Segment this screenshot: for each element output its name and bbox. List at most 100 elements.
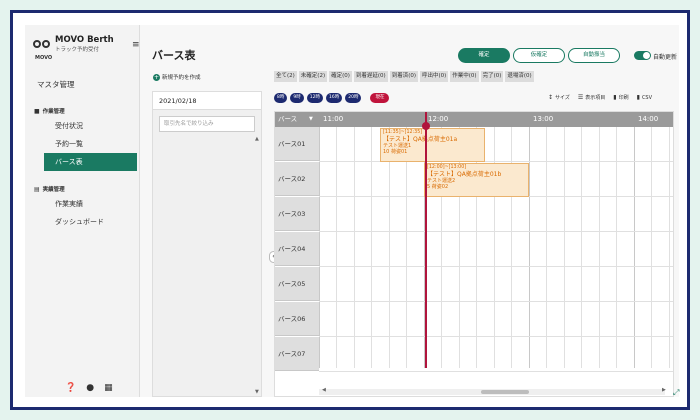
hour-button[interactable]: 9時 [290,93,304,103]
booking-card[interactable]: [12:00]~[13:00] 【テスト】QA拠点荷主01b テスト運送2 5 … [424,163,529,197]
berth-row-label: バース06 [275,302,319,336]
provisional-confirm-button[interactable]: 仮確定 [513,48,565,63]
new-reservation-link[interactable]: + 新規予約を作成 [153,73,201,81]
booking-card[interactable]: [11:35]~[12:35] 【テスト】QA拠点荷主01a テスト運送1 10… [380,128,485,162]
hour-button[interactable]: 20時 [345,93,362,103]
partner-filter-input[interactable]: 取引先名で絞り込み [159,116,255,132]
booking-title: 【テスト】QA拠点荷主01b [427,171,502,178]
logo-subtitle: トラック予約受付 [55,47,100,53]
date-field[interactable]: 2021/02/18 [153,92,261,110]
csv-tool[interactable]: ▮ CSV [637,94,652,101]
row-divider [319,336,673,337]
berth-row-label: バース04 [275,232,319,266]
sidebar-item-master[interactable]: マスタ管理 [25,77,140,93]
sidebar-group-label: 実績管理 [42,187,65,193]
scroll-right-icon[interactable]: ▶ [662,387,666,393]
time-header: 14:00 [638,115,659,123]
logo-icon [33,40,50,48]
grid-line [389,127,390,368]
time-header: 13:00 [533,115,554,123]
sidebar-group-results: ▤ 実績管理 [25,185,140,195]
logo-small-text: MOVO [35,55,53,61]
tab-all[interactable]: 全て(2) [274,71,297,82]
auto-assign-button[interactable]: 自動振当 [568,48,620,63]
work-group-icon: ■ [34,108,40,115]
display-items-tool[interactable]: ☰ 表示項目 [578,94,605,101]
sidebar-item-berth-table[interactable]: バース表 [44,153,137,171]
print-tool[interactable]: ▮ 印刷 [613,94,628,101]
scroll-up-icon[interactable]: ▲ [255,136,259,142]
list-icon: ☰ [577,94,584,101]
new-reservation-label: 新規予約を作成 [162,75,201,81]
current-time-marker[interactable] [422,122,430,130]
grid-line [581,127,582,368]
sidebar-group-work: ■ 作業管理 [25,107,140,117]
row-divider [319,161,673,162]
logo: MOVO Berth トラック予約受付 [33,35,114,53]
sidebar-item-reception[interactable]: 受付状況 [25,117,140,135]
berth-row-label: バース01 [275,127,319,161]
menu-toggle-icon[interactable]: ≡ [132,40,140,50]
tab-done[interactable]: 完了(0) [480,71,504,82]
berth-row-label: バース07 [275,337,319,371]
chevron-down-icon[interactable]: ▼ [309,112,313,127]
grid-icon[interactable]: ▦ [104,383,113,393]
tab-confirmed[interactable]: 確定(0) [329,71,352,82]
grid-line [319,127,320,368]
app-window: MOVO Berth トラック予約受付 MOVO ≡ マスタ管理 ■ 作業管理 … [25,25,679,397]
logo-name: MOVO Berth [55,35,114,45]
grid-line [406,127,407,368]
berth-schedule-grid: バース ▼ 11:00 12:00 13:00 14:00 バース01 バース0… [274,111,674,397]
scroll-down-icon[interactable]: ▼ [255,389,259,395]
grid-line [336,127,337,368]
auto-update-label: 自動更新 [653,54,678,61]
hour-button[interactable]: 16時 [325,93,343,103]
tab-working[interactable]: 作業中(0) [450,71,479,82]
auto-update-toggle[interactable] [634,51,651,60]
row-divider [319,266,673,267]
grid-line [651,127,652,368]
sidebar-footer: ❓ ● ▦ [65,383,113,393]
tab-unconfirmed[interactable]: 未確定(2) [298,71,328,82]
size-icon: ↕ [548,94,554,101]
horizontal-scrollbar[interactable] [319,389,665,395]
status-filter-tabs: 全て(2) 未確定(2) 確定(0) 到着遅延(0) 到着済(0) 呼出中(0)… [274,71,534,82]
print-label: 印刷 [618,95,629,101]
size-label: サイズ [555,95,570,101]
hour-button[interactable]: 8時 [274,93,288,103]
print-icon: ▮ [613,94,617,101]
tab-arrival-delay[interactable]: 到着遅延(0) [353,71,388,82]
time-header: 12:00 [428,115,449,123]
grid-header: バース ▼ 11:00 12:00 13:00 14:00 [275,112,673,127]
grid-line [669,127,670,368]
tab-exited[interactable]: 退場済(0) [505,71,534,82]
sidebar-group-label: 作業管理 [42,109,65,115]
scrollbar-thumb[interactable] [481,390,529,394]
user-icon[interactable]: ● [86,383,94,393]
screenshot-frame: MOVO Berth トラック予約受付 MOVO ≡ マスタ管理 ■ 作業管理 … [10,10,690,410]
now-button[interactable]: 現在 [370,93,390,103]
tab-arrived[interactable]: 到着済(0) [389,71,418,82]
berth-row-label: バース03 [275,197,319,231]
scroll-left-icon[interactable]: ◀ [322,387,326,393]
confirm-button[interactable]: 確定 [458,48,510,63]
csv-label: CSV [641,94,653,101]
csv-icon: ▮ [636,94,640,101]
sidebar-item-reservations[interactable]: 予約一覧 [25,135,140,153]
grid-line [546,127,547,368]
help-icon[interactable]: ❓ [65,383,76,393]
fullscreen-icon[interactable]: ⤢ [673,388,679,398]
grid-line [616,127,617,368]
size-tool[interactable]: ↕ サイズ [548,94,570,101]
sidebar-nav: マスタ管理 ■ 作業管理 受付状況 予約一覧 バース表 ▤ 実績管理 作業実績 … [25,77,140,231]
hour-button[interactable]: 12時 [306,93,323,103]
sidebar-item-work-results[interactable]: 作業実績 [25,195,140,213]
tab-calling[interactable]: 呼出中(0) [419,71,449,82]
grid-line [371,127,372,368]
berth-row-label: バース02 [275,162,319,196]
row-divider [319,371,673,372]
sidebar-item-dashboard[interactable]: ダッシュボード [25,213,140,231]
plus-icon: + [153,73,160,81]
display-items-label: 表示項目 [585,95,606,101]
berth-row-label: バース05 [275,267,319,301]
